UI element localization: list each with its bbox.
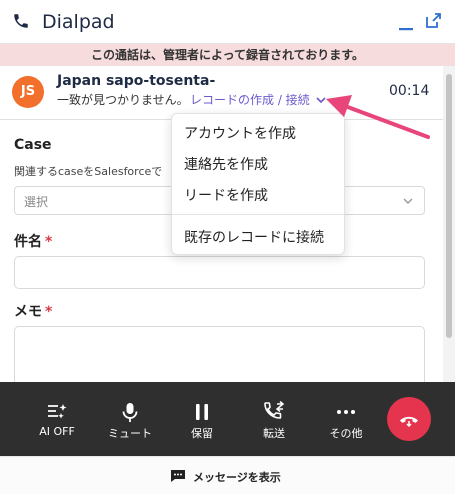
hangup-button[interactable] <box>387 397 431 441</box>
case-hint: 関連するcaseをSalesforceで <box>14 165 163 178</box>
case-select-placeholder: 選択 <box>24 195 49 209</box>
more-button[interactable]: その他 <box>316 382 376 456</box>
hold-label: 保留 <box>191 427 213 440</box>
memo-label-text: メモ <box>14 304 42 320</box>
transfer-button[interactable]: 転送 <box>244 382 304 456</box>
microphone-icon <box>122 403 138 422</box>
more-label: その他 <box>329 427 363 440</box>
ai-sparkle-icon <box>48 404 67 419</box>
menu-item-connect-existing[interactable]: 既存のレコードに接続 <box>184 227 324 247</box>
transfer-label: 転送 <box>263 427 285 440</box>
subject-input[interactable] <box>14 256 425 289</box>
show-messages-label: メッセージを表示 <box>193 471 281 484</box>
phone-icon <box>14 14 28 28</box>
menu-divider <box>172 214 344 215</box>
hold-button[interactable]: 保留 <box>172 382 232 456</box>
record-create-link[interactable]: レコードの作成 / 接続 <box>190 91 326 108</box>
required-mark: * <box>45 304 53 320</box>
menu-item-create-lead[interactable]: リードを作成 <box>184 185 268 205</box>
case-label: Case <box>14 137 52 153</box>
avatar: JS <box>12 76 44 108</box>
show-messages-bar[interactable]: メッセージを表示 <box>0 456 455 494</box>
menu-item-create-account[interactable]: アカウントを作成 <box>184 123 296 143</box>
chevron-down-icon <box>315 97 326 104</box>
ai-off-button[interactable]: AI OFF <box>27 382 87 456</box>
menu-item-create-contact[interactable]: 連絡先を作成 <box>184 154 268 174</box>
app-title: Dialpad <box>42 11 115 33</box>
caller-name: Japan sapo-tosenta- <box>57 73 216 89</box>
subject-label-text: 件名 <box>14 234 42 250</box>
ai-off-label: AI OFF <box>39 425 75 438</box>
minimize-icon[interactable] <box>398 14 414 32</box>
mute-label: ミュート <box>108 427 152 440</box>
title-bar: Dialpad <box>0 0 455 44</box>
message-icon <box>171 470 185 482</box>
record-dropdown-menu: アカウントを作成 連絡先を作成 リードを作成 既存のレコードに接続 <box>171 113 345 255</box>
subject-label: 件名 * <box>14 231 52 251</box>
scrollbar-thumb[interactable] <box>446 74 452 338</box>
mute-button[interactable]: ミュート <box>100 382 160 456</box>
required-mark: * <box>45 234 53 250</box>
chevron-down-icon <box>403 198 413 204</box>
call-header: JS Japan sapo-tosenta- 一致が見つかりません。 レコードの… <box>0 66 443 120</box>
hangup-icon <box>400 416 418 428</box>
record-create-link-label: レコードの作成 / 接続 <box>190 93 310 107</box>
popout-icon[interactable] <box>424 12 442 30</box>
phone-transfer-icon <box>264 401 285 419</box>
memo-label: メモ * <box>14 301 52 321</box>
no-match-text: 一致が見つかりません。 <box>57 93 189 107</box>
call-timer: 00:14 <box>389 83 430 99</box>
pause-icon <box>196 404 208 420</box>
recording-banner: この通話は、管理者によって録音されております。 <box>0 44 455 66</box>
call-toolbar: AI OFF ミュート 保留 転送 その他 <box>0 382 455 456</box>
more-dots-icon <box>337 410 355 414</box>
